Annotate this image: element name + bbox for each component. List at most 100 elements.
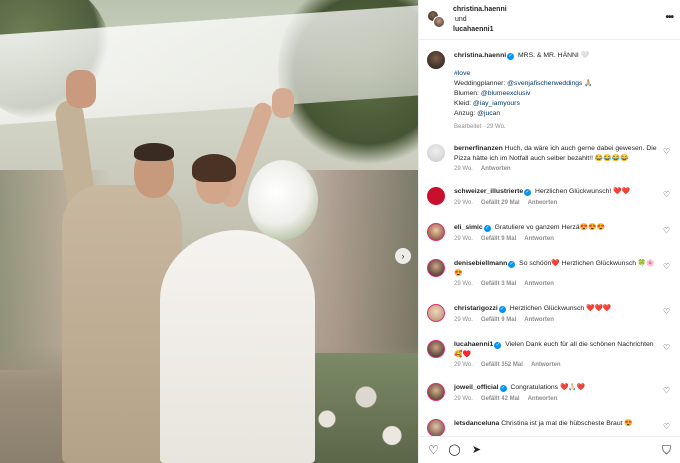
bouquet xyxy=(248,160,318,240)
reply-button[interactable]: Antworten xyxy=(524,281,554,287)
avatar[interactable] xyxy=(427,304,445,322)
carousel-next-button[interactable]: › xyxy=(395,248,411,264)
share-icon[interactable]: ➤ xyxy=(470,444,483,457)
reply-button[interactable]: Antworten xyxy=(524,317,554,323)
comment: joweil_official ✓ Congratulations ❤️🙏🏻❤️ … xyxy=(427,383,673,402)
comment: denisebiellmann ✓ So schöön❤️ Herzlichen … xyxy=(427,259,673,287)
comment-likes[interactable]: Gefällt 9 Mal xyxy=(481,236,516,242)
comment-age: 29 Wo. xyxy=(454,281,473,287)
verified-icon: ✓ xyxy=(494,342,502,349)
suit-label: Anzug: xyxy=(454,110,476,117)
comment-age: 29 Wo. xyxy=(454,166,473,172)
reply-button[interactable]: Antworten xyxy=(528,200,558,206)
like-comment-icon[interactable]: ♡ xyxy=(663,423,671,431)
caption-meta: Bearbeitet · 29 Wo. xyxy=(454,124,506,130)
suit-link[interactable]: @jucan xyxy=(477,110,500,117)
comment-age: 29 Wo. xyxy=(454,362,473,368)
header-user1-link[interactable]: christina.haenni xyxy=(453,5,507,15)
hashtag-link[interactable]: #love xyxy=(454,69,673,79)
verified-icon: ✓ xyxy=(499,385,507,392)
verified-icon: ✓ xyxy=(483,225,491,232)
verified-icon: ✓ xyxy=(508,261,516,268)
comment-username[interactable]: schweizer_illustrierte xyxy=(454,188,523,195)
comment-username[interactable]: letsdanceluna xyxy=(454,420,499,427)
groom-hand xyxy=(66,70,96,108)
bride xyxy=(160,230,315,463)
comment-likes[interactable]: Gefällt 352 Mal xyxy=(481,362,523,368)
comment-age: 29 Wo. xyxy=(454,395,473,402)
comment-likes[interactable]: Gefällt 3 Mal xyxy=(481,281,516,287)
like-comment-icon[interactable]: ♡ xyxy=(663,227,671,235)
comment-text: Herzlichen Glückwunsch! ❤️❤️ xyxy=(535,188,631,195)
reply-button[interactable]: Antworten xyxy=(528,396,558,402)
collab-names: christina.haenni und lucahaenni1 xyxy=(453,5,507,35)
reply-button[interactable]: Antworten xyxy=(481,166,511,172)
post-photo[interactable]: › xyxy=(0,0,418,463)
header-user2-link[interactable]: lucahaenni1 xyxy=(453,25,507,35)
save-icon[interactable]: ⛉ xyxy=(660,444,673,457)
comment-text: Congratulations ❤️🙏🏻❤️ xyxy=(510,384,586,391)
more-options-icon[interactable]: ••• xyxy=(665,12,673,23)
comment-username[interactable]: denisebiellmann xyxy=(454,260,507,267)
like-comment-icon[interactable]: ♡ xyxy=(663,344,671,352)
avatar[interactable] xyxy=(427,187,445,205)
caption: christina.haenni ✓ MRS. & MR. HÄNNI 🤍 #lo… xyxy=(427,51,673,132)
avatar[interactable] xyxy=(427,419,445,436)
comment-text: Gratuliere vo ganzem Herzä😍😍😍 xyxy=(494,224,605,231)
comment-username[interactable]: bernerfinanzen xyxy=(454,145,503,152)
flowers-link[interactable]: @blumeexclusiv xyxy=(481,90,531,97)
comment: lucahaenni1 ✓ Vielen Dank euch für all di… xyxy=(427,340,673,368)
comment-username[interactable]: lucahaenni1 xyxy=(454,341,493,348)
comment-likes[interactable]: Gefällt 9 Mal xyxy=(481,317,516,323)
reply-button[interactable]: Antworten xyxy=(524,236,554,242)
reply-button[interactable]: Antworten xyxy=(531,362,561,368)
planner-emoji: 🙏🏼 xyxy=(584,80,593,87)
comment: eli_simic ✓ Gratuliere vo ganzem Herzä😍😍😍… xyxy=(427,223,673,242)
caption-text: MRS. & MR. HÄNNI 🤍 xyxy=(518,52,590,59)
planner-label: Weddingplanner: xyxy=(454,80,506,87)
comment: schweizer_illustrierte ✓ Herzlichen Glück… xyxy=(427,187,673,206)
dress-label: Kleid: xyxy=(454,100,472,107)
comment-likes[interactable]: Gefällt 29 Mal xyxy=(481,200,520,206)
comment-text: Christina ist ja mal die hübscheste Brau… xyxy=(501,420,633,427)
like-comment-icon[interactable]: ♡ xyxy=(663,191,671,199)
comment-username[interactable]: eli_simic xyxy=(454,224,483,231)
avatar[interactable] xyxy=(427,383,445,401)
verified-icon: ✓ xyxy=(524,189,532,196)
avatar[interactable] xyxy=(427,144,445,162)
action-bar: ♡ ◯ ➤ ⛉ xyxy=(419,436,680,463)
collab-avatars[interactable] xyxy=(427,10,445,28)
avatar[interactable] xyxy=(427,223,445,241)
comment-username[interactable]: joweil_official xyxy=(454,384,499,391)
header-connector: und xyxy=(455,16,467,23)
comment: christarigozzi ✓ Herzlichen Glückwunsch ❤… xyxy=(427,304,673,323)
comment: letsdanceluna Christina ist ja mal die h… xyxy=(427,419,673,436)
post-header: christina.haenni und lucahaenni1 ••• xyxy=(419,0,680,40)
like-comment-icon[interactable]: ♡ xyxy=(663,148,671,156)
bride-hand xyxy=(272,88,294,118)
comment-age: 29 Wo. xyxy=(454,235,473,242)
like-comment-icon[interactable]: ♡ xyxy=(663,387,671,395)
comment-text: Herzlichen Glückwunsch ❤️❤️❤️ xyxy=(509,305,612,312)
comment-username[interactable]: christarigozzi xyxy=(454,305,498,312)
caption-username[interactable]: christina.haenni xyxy=(454,52,506,59)
comment-age: 29 Wo. xyxy=(454,316,473,323)
dress-link[interactable]: @iay_iamyours xyxy=(473,100,520,107)
like-comment-icon[interactable]: ♡ xyxy=(663,308,671,316)
like-icon[interactable]: ♡ xyxy=(427,444,440,457)
verified-icon: ✓ xyxy=(507,53,515,60)
avatar[interactable] xyxy=(427,340,445,358)
comment-likes[interactable]: Gefällt 42 Mal xyxy=(481,396,520,402)
like-comment-icon[interactable]: ♡ xyxy=(663,263,671,271)
avatar[interactable] xyxy=(427,51,445,69)
planner-link[interactable]: @svenjafischerweddings xyxy=(507,80,582,87)
comments-scroll[interactable]: christina.haenni ✓ MRS. & MR. HÄNNI 🤍 #lo… xyxy=(419,41,680,436)
flowers-label: Blumen: xyxy=(454,90,479,97)
post-panel: christina.haenni und lucahaenni1 ••• chr… xyxy=(418,0,680,463)
comment-icon[interactable]: ◯ xyxy=(448,444,461,457)
comment: bernerfinanzen Huch, da wäre ich auch ge… xyxy=(427,144,673,172)
avatar[interactable] xyxy=(427,259,445,277)
bride-hair xyxy=(192,154,236,182)
verified-icon: ✓ xyxy=(498,306,506,313)
comment-age: 29 Wo. xyxy=(454,199,473,206)
